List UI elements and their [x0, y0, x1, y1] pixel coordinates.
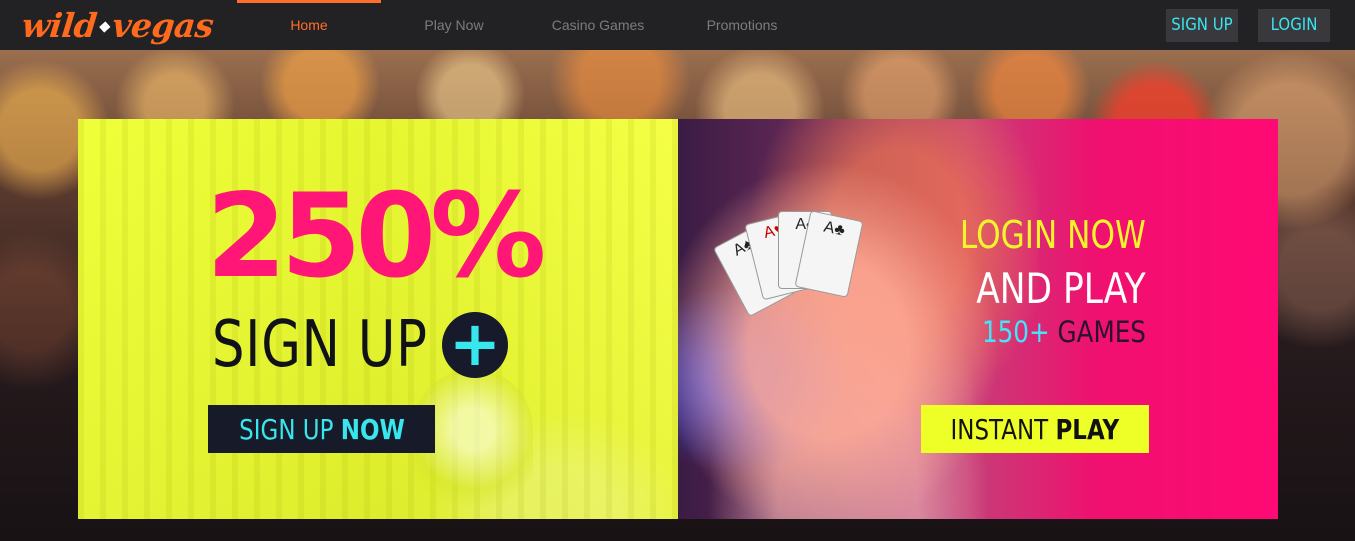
instant-play-label: INSTANT PLAY — [951, 413, 1120, 446]
instant-play-prefix: INSTANT — [950, 412, 1056, 446]
and-play-headline: AND PLAY — [976, 264, 1146, 313]
signup-promo-panel[interactable]: 250% SIGN UP + SIGN UP NOW — [78, 119, 678, 519]
nav-casino-games[interactable]: Casino Games — [526, 0, 670, 50]
login-button[interactable]: LOGIN — [1257, 9, 1331, 42]
wild-vegas-logo[interactable]: wild vegas — [20, 4, 216, 46]
login-now-headline: LOGIN NOW — [960, 213, 1146, 257]
bonus-percent: 250% — [206, 169, 546, 304]
games-count: 150+ — [982, 315, 1050, 349]
logo-word-left: wild — [19, 5, 99, 45]
instant-play-bold: PLAY — [1055, 412, 1120, 446]
diamond-icon — [98, 21, 111, 33]
signup-button[interactable]: SIGN UP — [1165, 9, 1239, 42]
signup-now-bold: NOW — [340, 412, 405, 446]
nav-promotions[interactable]: Promotions — [670, 0, 814, 50]
instant-play-button[interactable]: INSTANT PLAY — [921, 405, 1149, 453]
signup-now-button[interactable]: SIGN UP NOW — [208, 405, 435, 453]
signup-headline-text: SIGN UP — [212, 308, 428, 382]
playing-cards-image: A♠ A♥ A♠ A♣ — [712, 210, 864, 318]
games-label: GAMES — [1049, 315, 1146, 349]
logo-word-right: vegas — [110, 5, 216, 45]
nav-home[interactable]: Home — [237, 0, 381, 50]
games-count-line: 150+ GAMES — [982, 315, 1146, 349]
signup-now-label: SIGN UP NOW — [239, 413, 405, 446]
signup-plus-headline: SIGN UP + — [212, 306, 508, 384]
nav-play-now[interactable]: Play Now — [382, 0, 526, 50]
login-promo-panel[interactable]: A♠ A♥ A♠ A♣ LOGIN NOW AND PLAY 150+ GAME… — [678, 119, 1278, 519]
signup-now-prefix: SIGN UP — [238, 412, 341, 446]
top-navbar: wild vegas Home Play Now Casino Games Pr… — [0, 0, 1355, 50]
plus-icon: + — [442, 312, 508, 378]
